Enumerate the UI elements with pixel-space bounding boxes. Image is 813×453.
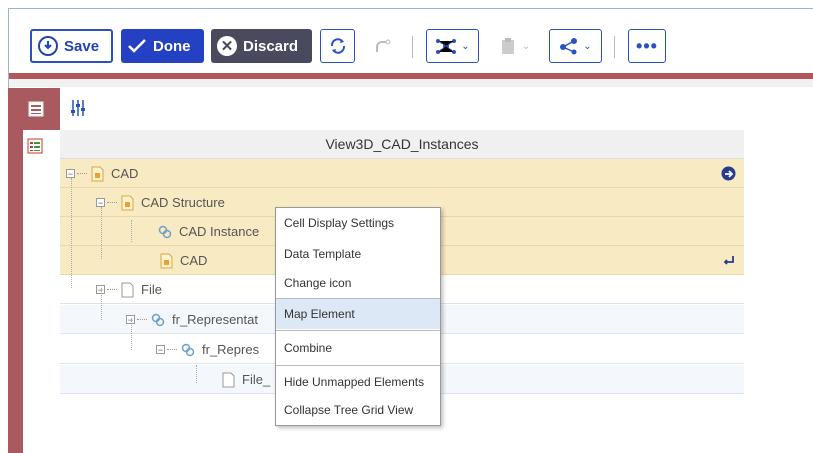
tree-grid-icon[interactable] (27, 138, 43, 154)
close-circle-icon: ✕ (217, 36, 237, 56)
row-label: CAD Structure (141, 195, 225, 210)
tree-guide (131, 318, 132, 350)
menu-separator (276, 330, 440, 331)
redo-icon (376, 39, 391, 52)
toolbar-shadow (9, 79, 813, 87)
share-dropdown-button[interactable]: ⌄ (549, 29, 602, 63)
row-label: CAD (180, 253, 208, 268)
refresh-button[interactable] (320, 29, 355, 63)
row-label: File_ (242, 372, 271, 387)
tree-guide (101, 288, 102, 320)
row-label: File (141, 282, 162, 297)
menu-item-collapse-tree-grid-view[interactable]: Collapse Tree Grid View (276, 395, 440, 425)
tree-guide (101, 207, 102, 259)
file-icon (222, 372, 235, 387)
row-label: CAD Instance (179, 224, 260, 239)
link-icon (151, 313, 165, 326)
cad-file-icon (160, 253, 173, 268)
network-icon (436, 39, 457, 54)
share-icon (560, 38, 578, 55)
menu-separator (276, 365, 440, 366)
menu-item-data-template[interactable]: Data Template (276, 239, 440, 269)
row-label: fr_Repres (202, 342, 260, 357)
menu-item-cell-display-settings[interactable]: Cell Display Settings (276, 208, 440, 238)
grid-title: View3D_CAD_Instances (325, 136, 479, 152)
cad-file-icon (121, 195, 134, 210)
table-row[interactable]: − CAD (60, 159, 744, 188)
menu-item-change-icon[interactable]: Change icon (276, 268, 440, 298)
chevron-down-icon: ⌄ (583, 40, 592, 52)
filter-settings-icon[interactable] (69, 99, 87, 117)
clipboard-dropdown-button[interactable]: ⌄ (492, 29, 538, 63)
grid-header: View3D_CAD_Instances (60, 130, 744, 159)
chevron-down-icon: ⌄ (461, 40, 470, 52)
done-label: Done (153, 37, 191, 55)
collapse-icon[interactable]: − (156, 345, 165, 355)
clipboard-icon (501, 38, 514, 54)
tree-guide (71, 178, 72, 288)
toolbar-separator (614, 36, 615, 58)
more-button[interactable]: ••• (628, 29, 666, 63)
tree-guide (196, 365, 197, 383)
toolbar-separator (412, 36, 413, 58)
row-label: CAD (111, 166, 139, 181)
collapse-icon[interactable]: − (96, 198, 105, 208)
cad-file-icon (91, 166, 104, 181)
arrow-circle-icon[interactable] (721, 166, 736, 181)
list-view-icon[interactable] (28, 101, 44, 117)
file-icon (121, 282, 134, 297)
menu-item-hide-unmapped-elements[interactable]: Hide Unmapped Elements (276, 367, 440, 397)
return-icon[interactable] (722, 253, 736, 267)
row-label: fr_Representat (172, 312, 258, 327)
check-icon (127, 36, 147, 56)
collapse-icon[interactable]: − (66, 169, 75, 179)
menu-item-combine[interactable]: Combine (276, 333, 440, 363)
save-button[interactable]: Save (30, 29, 113, 63)
more-icon: ••• (636, 36, 658, 56)
discard-button[interactable]: ✕ Discard (211, 29, 312, 63)
done-button[interactable]: Done (121, 29, 204, 63)
menu-item-map-element[interactable]: Map Element (276, 299, 440, 329)
link-icon (181, 343, 195, 356)
discard-label: Discard (243, 37, 299, 55)
chevron-down-icon: ⌄ (521, 40, 531, 52)
context-menu: Cell Display Settings Data Template Chan… (275, 207, 441, 426)
save-label: Save (64, 37, 100, 55)
refresh-icon (330, 38, 345, 54)
network-dropdown-button[interactable]: ⌄ (426, 29, 479, 63)
link-icon (158, 225, 172, 238)
save-icon (38, 36, 58, 56)
redo-button[interactable] (365, 29, 399, 63)
sidebar-active-panel (23, 130, 60, 453)
tree-guide (131, 220, 132, 242)
